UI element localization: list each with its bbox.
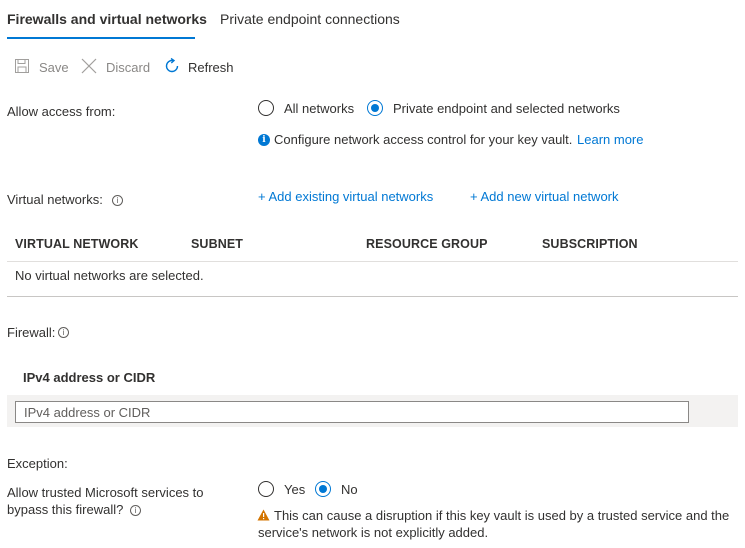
add-existing-virtual-networks-link[interactable]: + Add existing virtual networks [258,189,433,204]
save-button[interactable]: Save [14,57,74,77]
radio-label: Private endpoint and selected networks [393,101,620,116]
radio-label: All networks [284,101,355,116]
radio-label: Yes [284,482,306,497]
warning-icon [257,509,270,524]
ipv4-address-input[interactable] [15,401,689,423]
trusted-services-label-line1: Allow trusted Microsoft services to [7,485,204,500]
refresh-icon [163,57,181,78]
radio-yes[interactable]: Yes [258,481,308,499]
radio-circle [258,481,274,497]
allow-access-label: Allow access from: [7,104,116,119]
warning-text-line2: service's network is not explicitly adde… [258,525,489,540]
section-divider [7,296,738,297]
column-header-virtual-network: VIRTUAL NETWORK [15,237,139,251]
radio-no[interactable]: No [315,481,365,499]
radio-circle [258,100,274,116]
radio-label: No [341,482,358,497]
exception-label: Exception: [7,456,68,471]
radio-circle-selected [367,100,383,116]
radio-private-endpoint-selected-networks[interactable]: Private endpoint and selected networks [367,100,627,118]
ipv4-column-header: IPv4 address or CIDR [23,370,156,385]
tab-firewalls-and-virtual-networks[interactable]: Firewalls and virtual networks [7,11,207,27]
column-header-subscription: SUBSCRIPTION [542,237,638,251]
save-icon [14,58,30,77]
radio-all-networks[interactable]: All networks [258,100,358,118]
info-icon[interactable]: i [112,195,123,206]
info-icon[interactable]: i [58,327,69,338]
network-access-info-text: Configure network access control for you… [274,132,573,147]
trusted-services-label-line2: bypass this firewall? [7,502,124,517]
close-icon [81,58,97,77]
warning-text-line1: This can cause a disruption if this key … [274,508,730,523]
column-header-subnet: SUBNET [191,237,243,251]
discard-button[interactable]: Discard [80,57,152,77]
active-tab-indicator [7,37,195,39]
empty-table-message: No virtual networks are selected. [15,268,204,283]
info-icon[interactable]: i [130,505,141,516]
learn-more-link[interactable]: Learn more [577,132,643,147]
tab-private-endpoint-connections[interactable]: Private endpoint connections [220,11,400,27]
column-header-resource-group: RESOURCE GROUP [366,237,488,251]
radio-circle-selected [315,481,331,497]
refresh-button[interactable]: Refresh [163,57,235,77]
info-icon: i [258,134,270,146]
firewall-label: Firewall: [7,325,56,340]
save-label: Save [39,60,69,75]
virtual-networks-label: Virtual networks: [7,192,103,207]
table-header-divider [7,261,738,262]
add-new-virtual-network-link[interactable]: + Add new virtual network [470,189,619,204]
discard-label: Discard [106,60,151,75]
refresh-label: Refresh [188,60,234,75]
